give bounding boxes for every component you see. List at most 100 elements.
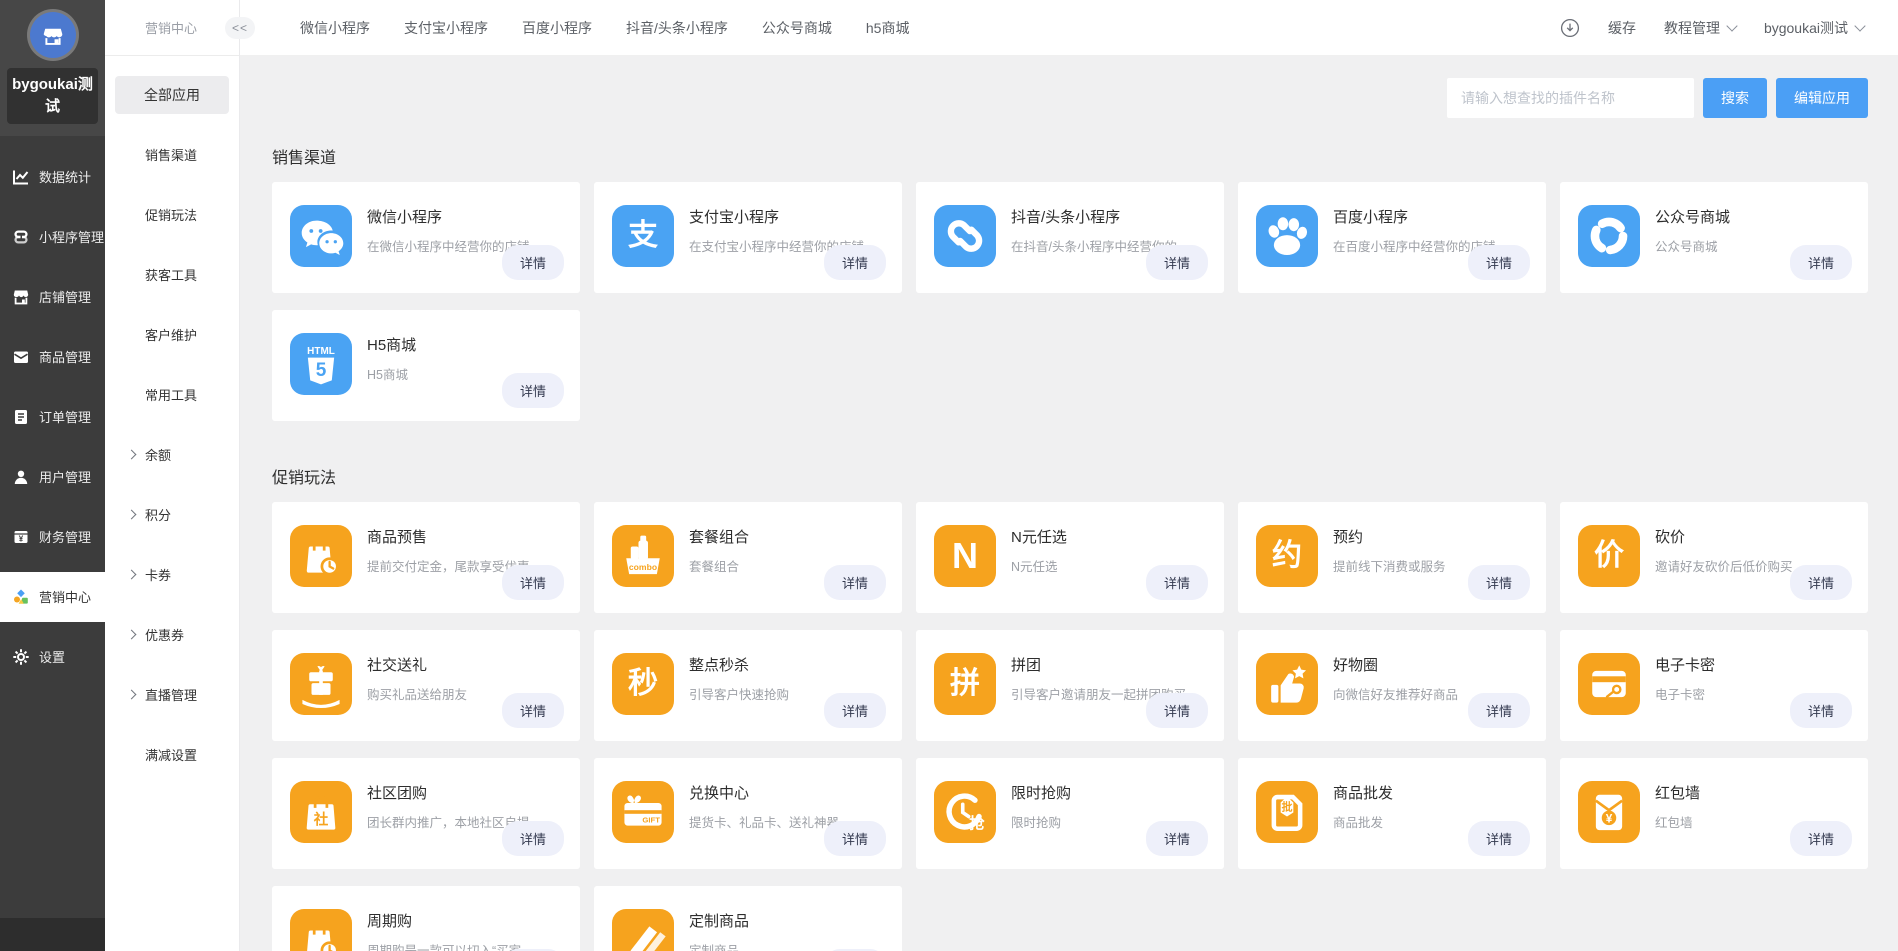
card-title: 公众号商城 (1655, 206, 1730, 227)
stats-icon (12, 168, 30, 186)
detail-button[interactable]: 详情 (824, 245, 886, 280)
submenu-item-label: 卡券 (145, 565, 171, 584)
sidebar-item-orders[interactable]: 订单管理 (0, 392, 105, 442)
tab-1[interactable]: 支付宝小程序 (404, 18, 488, 38)
app-card: 秒整点秒杀引导客户快速抢购详情 (594, 630, 902, 741)
app-card: NN元任选N元任选详情 (916, 502, 1224, 613)
sidebar-item-marketing[interactable]: 营销中心 (0, 572, 105, 622)
tab-0[interactable]: 微信小程序 (300, 18, 370, 38)
edit-apps-button[interactable]: 编辑应用 (1776, 78, 1868, 118)
sidebar-item-shop[interactable]: 店铺管理 (0, 272, 105, 322)
topbar-right: 缓存 教程管理 bygoukai测试 (1560, 18, 1864, 38)
submenu-item-3[interactable]: 获客工具 (105, 244, 239, 304)
card-title: 商品批发 (1333, 782, 1393, 803)
custom-goods-icon (612, 909, 674, 951)
app-card: 社交送礼购买礼品送给朋友详情 (272, 630, 580, 741)
store-logo-icon (30, 12, 76, 58)
detail-button[interactable]: 详情 (1468, 821, 1530, 856)
tab-3[interactable]: 抖音/头条小程序 (626, 18, 728, 38)
baidu-paw-icon (1256, 205, 1318, 267)
detail-button[interactable]: 详情 (502, 245, 564, 280)
secondary-sidebar: 营销中心 << 全部应用销售渠道促销玩法获客工具客户维护常用工具余额积分卡券优惠… (105, 0, 240, 951)
booking-icon: 约 (1256, 525, 1318, 587)
submenu-item-11[interactable]: 满减设置 (105, 724, 239, 784)
search-bar: 搜索 编辑应用 (1447, 78, 1868, 118)
tab-5[interactable]: h5商城 (866, 18, 910, 38)
submenu-item-label: 销售渠道 (145, 145, 197, 164)
card-description: H5商城 (367, 364, 416, 383)
detail-button[interactable]: 详情 (1468, 693, 1530, 728)
seckill-icon: 秒 (612, 653, 674, 715)
card-title: 兑换中心 (689, 782, 839, 803)
detail-button[interactable]: 详情 (502, 565, 564, 600)
submenu-item-1[interactable]: 销售渠道 (105, 124, 239, 184)
detail-button[interactable]: 详情 (824, 821, 886, 856)
download-icon[interactable] (1560, 18, 1580, 38)
sidebar-item-miniapp[interactable]: 小程序管理 (0, 212, 105, 262)
card-description: 引导客户快速抢购 (689, 684, 789, 703)
collapse-sidebar-button[interactable]: << (225, 17, 255, 39)
sidebar-item-gear[interactable]: 设置 (0, 632, 105, 682)
submenu-item-5[interactable]: 常用工具 (105, 364, 239, 424)
app-card: 抢限时抢购限时抢购详情 (916, 758, 1224, 869)
sidebar-item-stats[interactable]: 数据统计 (0, 152, 105, 202)
sidebar-item-users[interactable]: 用户管理 (0, 452, 105, 502)
presale-bag-clock-icon (290, 525, 352, 587)
flash-sale-clock-icon: 抢 (934, 781, 996, 843)
submenu-item-label: 直播管理 (145, 685, 197, 704)
card-body: 套餐组合套餐组合 (689, 525, 749, 590)
card-title: 套餐组合 (689, 526, 749, 547)
card-description: 向微信好友推荐好商品 (1333, 684, 1458, 703)
tutorial-menu[interactable]: 教程管理 (1664, 18, 1736, 38)
plugin-search-input[interactable] (1447, 78, 1694, 118)
submenu-item-2[interactable]: 促销玩法 (105, 184, 239, 244)
submenu-item-10[interactable]: 直播管理 (105, 664, 239, 724)
card-title: 社交送礼 (367, 654, 467, 675)
app-card: 拼拼团引导客户邀请朋友一起拼团购买详情 (916, 630, 1224, 741)
primary-sidebar: bygoukai测试 数据统计小程序管理店铺管理商品管理订单管理用户管理¥财务管… (0, 0, 105, 951)
detail-button[interactable]: 详情 (1790, 565, 1852, 600)
detail-button[interactable]: 详情 (1790, 245, 1852, 280)
card-body: 定制商品定制商品 (689, 909, 749, 951)
submenu-item-8[interactable]: 卡券 (105, 544, 239, 604)
card-title: H5商城 (367, 334, 416, 355)
submenu-item-7[interactable]: 积分 (105, 484, 239, 544)
card-title: 百度小程序 (1333, 206, 1496, 227)
primary-nav: 数据统计小程序管理店铺管理商品管理订单管理用户管理 ¥财务管理营销中心设置 (0, 152, 105, 682)
cache-button[interactable]: 缓存 (1608, 18, 1636, 38)
detail-button[interactable]: 详情 (1790, 693, 1852, 728)
detail-button[interactable]: 详情 (1146, 565, 1208, 600)
submenu-item-4[interactable]: 客户维护 (105, 304, 239, 364)
detail-button[interactable]: 详情 (1468, 245, 1530, 280)
card-body: 电子卡密电子卡密 (1655, 653, 1715, 718)
card-body: 限时抢购限时抢购 (1011, 781, 1071, 846)
card-body: 兑换中心提货卡、礼品卡、送礼神器 (689, 781, 839, 846)
miniapp-icon (12, 228, 30, 246)
chevron-down-icon (1854, 20, 1865, 31)
svg-text:¥: ¥ (19, 534, 24, 543)
chevron-right-icon (127, 509, 137, 519)
detail-button[interactable]: 详情 (824, 693, 886, 728)
sidebar-item-finance[interactable]: ¥财务管理 (0, 512, 105, 562)
detail-button[interactable]: 详情 (502, 821, 564, 856)
detail-button[interactable]: 详情 (824, 565, 886, 600)
submenu-item-9[interactable]: 优惠券 (105, 604, 239, 664)
search-button[interactable]: 搜索 (1703, 78, 1767, 118)
tab-2[interactable]: 百度小程序 (522, 18, 592, 38)
detail-button[interactable]: 详情 (502, 373, 564, 408)
detail-button[interactable]: 详情 (1146, 693, 1208, 728)
card-title: 电子卡密 (1655, 654, 1715, 675)
submenu-item-label: 优惠券 (145, 625, 184, 644)
detail-button[interactable]: 详情 (502, 693, 564, 728)
submenu-item-all-apps[interactable]: 全部应用 (115, 76, 229, 114)
submenu-item-6[interactable]: 余额 (105, 424, 239, 484)
account-menu[interactable]: bygoukai测试 (1764, 18, 1864, 38)
card-description: 红包墙 (1655, 812, 1700, 831)
detail-button[interactable]: 详情 (1146, 821, 1208, 856)
detail-button[interactable]: 详情 (1146, 245, 1208, 280)
sidebar-item-goods[interactable]: 商品管理 (0, 332, 105, 382)
card-description: 公众号商城 (1655, 236, 1730, 255)
detail-button[interactable]: 详情 (1790, 821, 1852, 856)
detail-button[interactable]: 详情 (1468, 565, 1530, 600)
tab-4[interactable]: 公众号商城 (762, 18, 832, 38)
